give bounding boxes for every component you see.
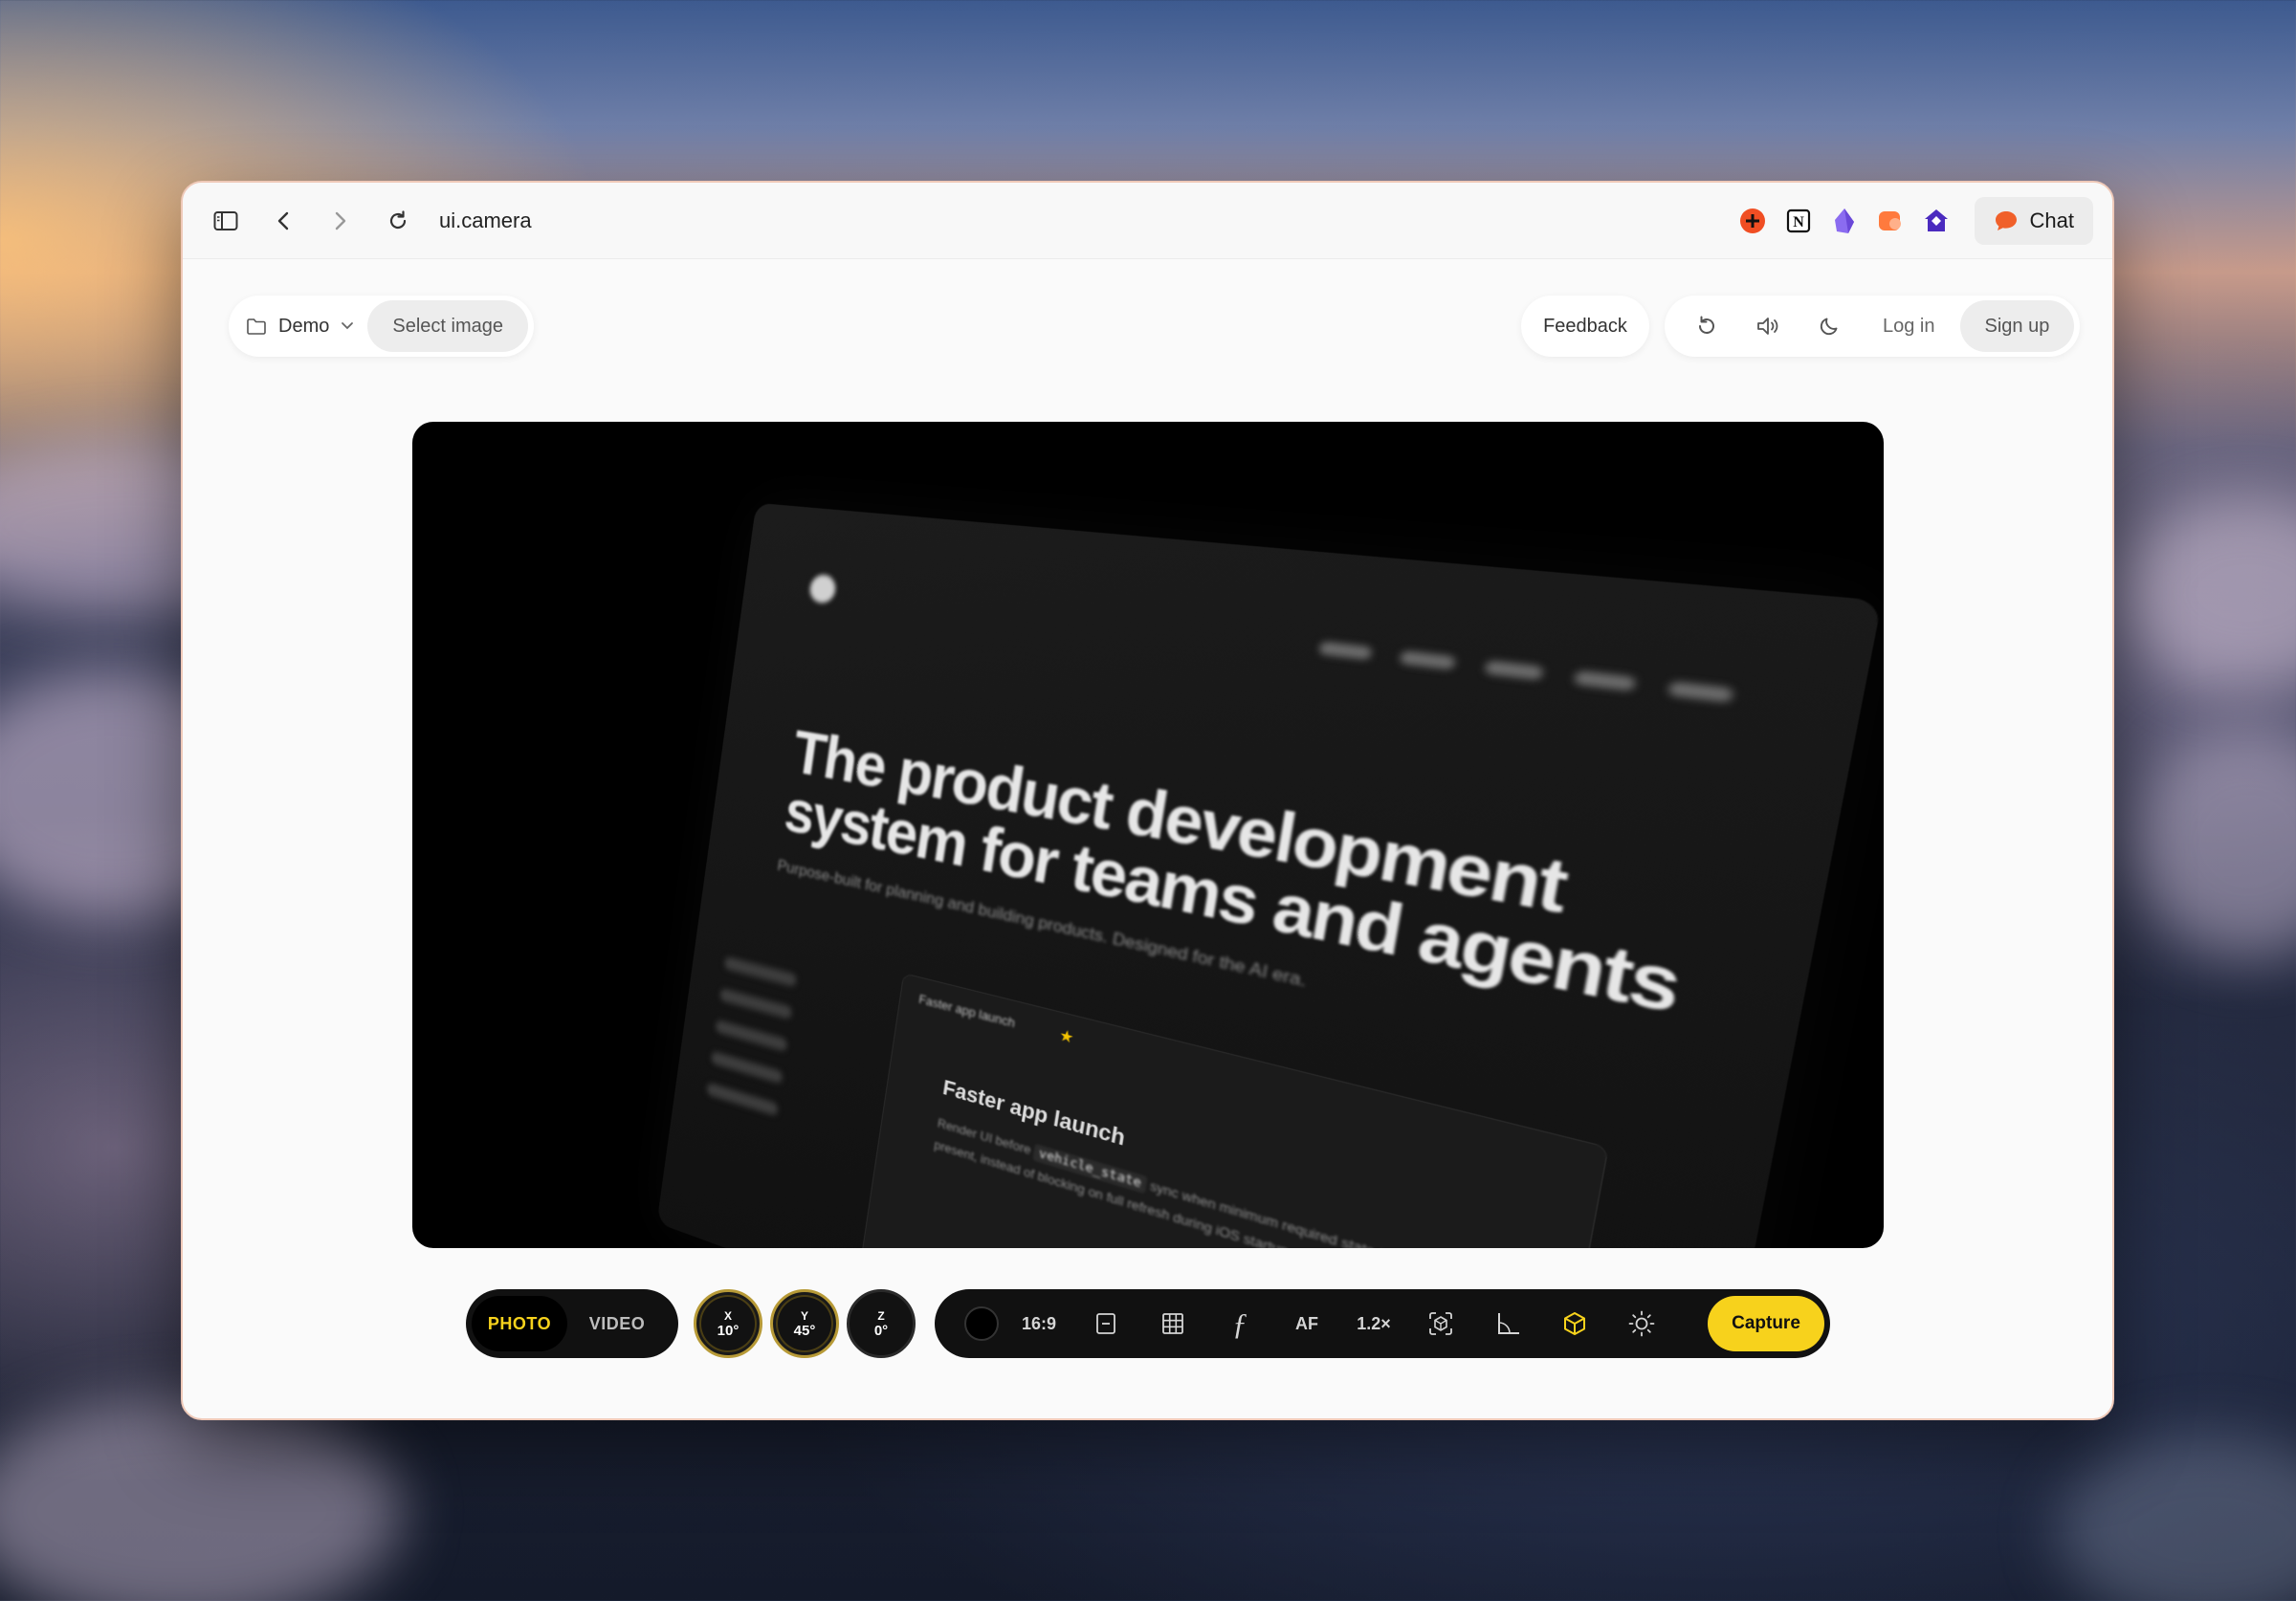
chat-bubble-icon — [1995, 210, 2017, 230]
cube-icon[interactable] — [1541, 1295, 1608, 1352]
account-toolbar: Log in Sign up — [1665, 296, 2081, 357]
frame-icon[interactable] — [1072, 1295, 1139, 1352]
back-icon[interactable] — [259, 197, 307, 245]
preview-logo — [807, 573, 838, 604]
aperture-f-icon[interactable]: ƒ — [1206, 1295, 1273, 1352]
browser-toolbar: ui.camera N Chat — [183, 183, 2112, 259]
browser-window: ui.camera N Chat Demo Select image Feedb… — [181, 181, 2114, 1420]
photo-mode-button[interactable]: PHOTO — [472, 1296, 567, 1351]
aspect-ratio-button[interactable]: 16:9 — [1005, 1295, 1072, 1352]
brightness-icon[interactable] — [1608, 1295, 1675, 1352]
focus-target-icon[interactable] — [1407, 1295, 1474, 1352]
folder-icon — [247, 318, 266, 335]
autofocus-button[interactable]: AF — [1273, 1295, 1340, 1352]
zoom-button[interactable]: 1.2× — [1340, 1295, 1407, 1352]
address-bar[interactable]: ui.camera — [439, 208, 532, 233]
reset-icon[interactable] — [1678, 300, 1735, 352]
preview-card-tab: Faster app launch — [917, 991, 1017, 1031]
project-toolbar: Demo Select image — [229, 296, 534, 357]
preview-sidebar — [706, 955, 798, 1117]
demo-dropdown[interactable]: Demo — [246, 316, 354, 338]
orange-square-icon[interactable] — [1873, 204, 1908, 238]
rotation-z-dial[interactable]: Z 0° — [847, 1289, 916, 1358]
preview-card: Faster app launch ★ Faster app launch Re… — [859, 973, 1609, 1248]
sound-icon[interactable] — [1739, 300, 1797, 352]
feedback-button[interactable]: Feedback — [1521, 296, 1649, 357]
chat-button[interactable]: Chat — [1974, 196, 2093, 245]
preview-card-text: Render UI before vehicle_state sync when… — [933, 1115, 1393, 1248]
house-icon[interactable] — [1919, 204, 1954, 238]
dark-mode-icon[interactable] — [1800, 300, 1858, 352]
preview-scene: The product development system for teams… — [656, 502, 1883, 1248]
camera-viewport[interactable]: The product development system for teams… — [412, 422, 1884, 1248]
notion-icon[interactable]: N — [1781, 204, 1816, 238]
plus-circle-icon[interactable] — [1735, 204, 1770, 238]
reload-icon[interactable] — [374, 197, 422, 245]
angle-icon[interactable] — [1474, 1295, 1541, 1352]
login-button[interactable]: Log in — [1862, 316, 1956, 338]
camera-tools: 16:9 ƒ AF 1.2× Capture — [935, 1289, 1830, 1358]
rotation-x-dial[interactable]: X 10° — [694, 1289, 762, 1358]
preview-nav — [1318, 641, 1734, 704]
sidebar-toggle-icon[interactable] — [202, 197, 250, 245]
demo-label: Demo — [278, 315, 330, 337]
select-image-button[interactable]: Select image — [367, 300, 528, 352]
video-mode-button[interactable]: VIDEO — [567, 1296, 667, 1351]
star-icon: ★ — [1057, 1026, 1075, 1048]
rotation-y-dial[interactable]: Y 45° — [770, 1289, 839, 1358]
crystal-icon[interactable] — [1827, 204, 1862, 238]
forward-icon[interactable] — [317, 197, 364, 245]
chevron-down-icon — [342, 322, 354, 330]
grid-icon[interactable] — [1139, 1295, 1206, 1352]
svg-text:N: N — [1793, 214, 1804, 230]
chat-label: Chat — [2029, 208, 2074, 232]
mode-switch: PHOTO VIDEO — [466, 1289, 678, 1358]
background-color-icon[interactable] — [958, 1295, 1005, 1352]
capture-button[interactable]: Capture — [1708, 1296, 1824, 1351]
signup-button[interactable]: Sign up — [1959, 300, 2075, 352]
